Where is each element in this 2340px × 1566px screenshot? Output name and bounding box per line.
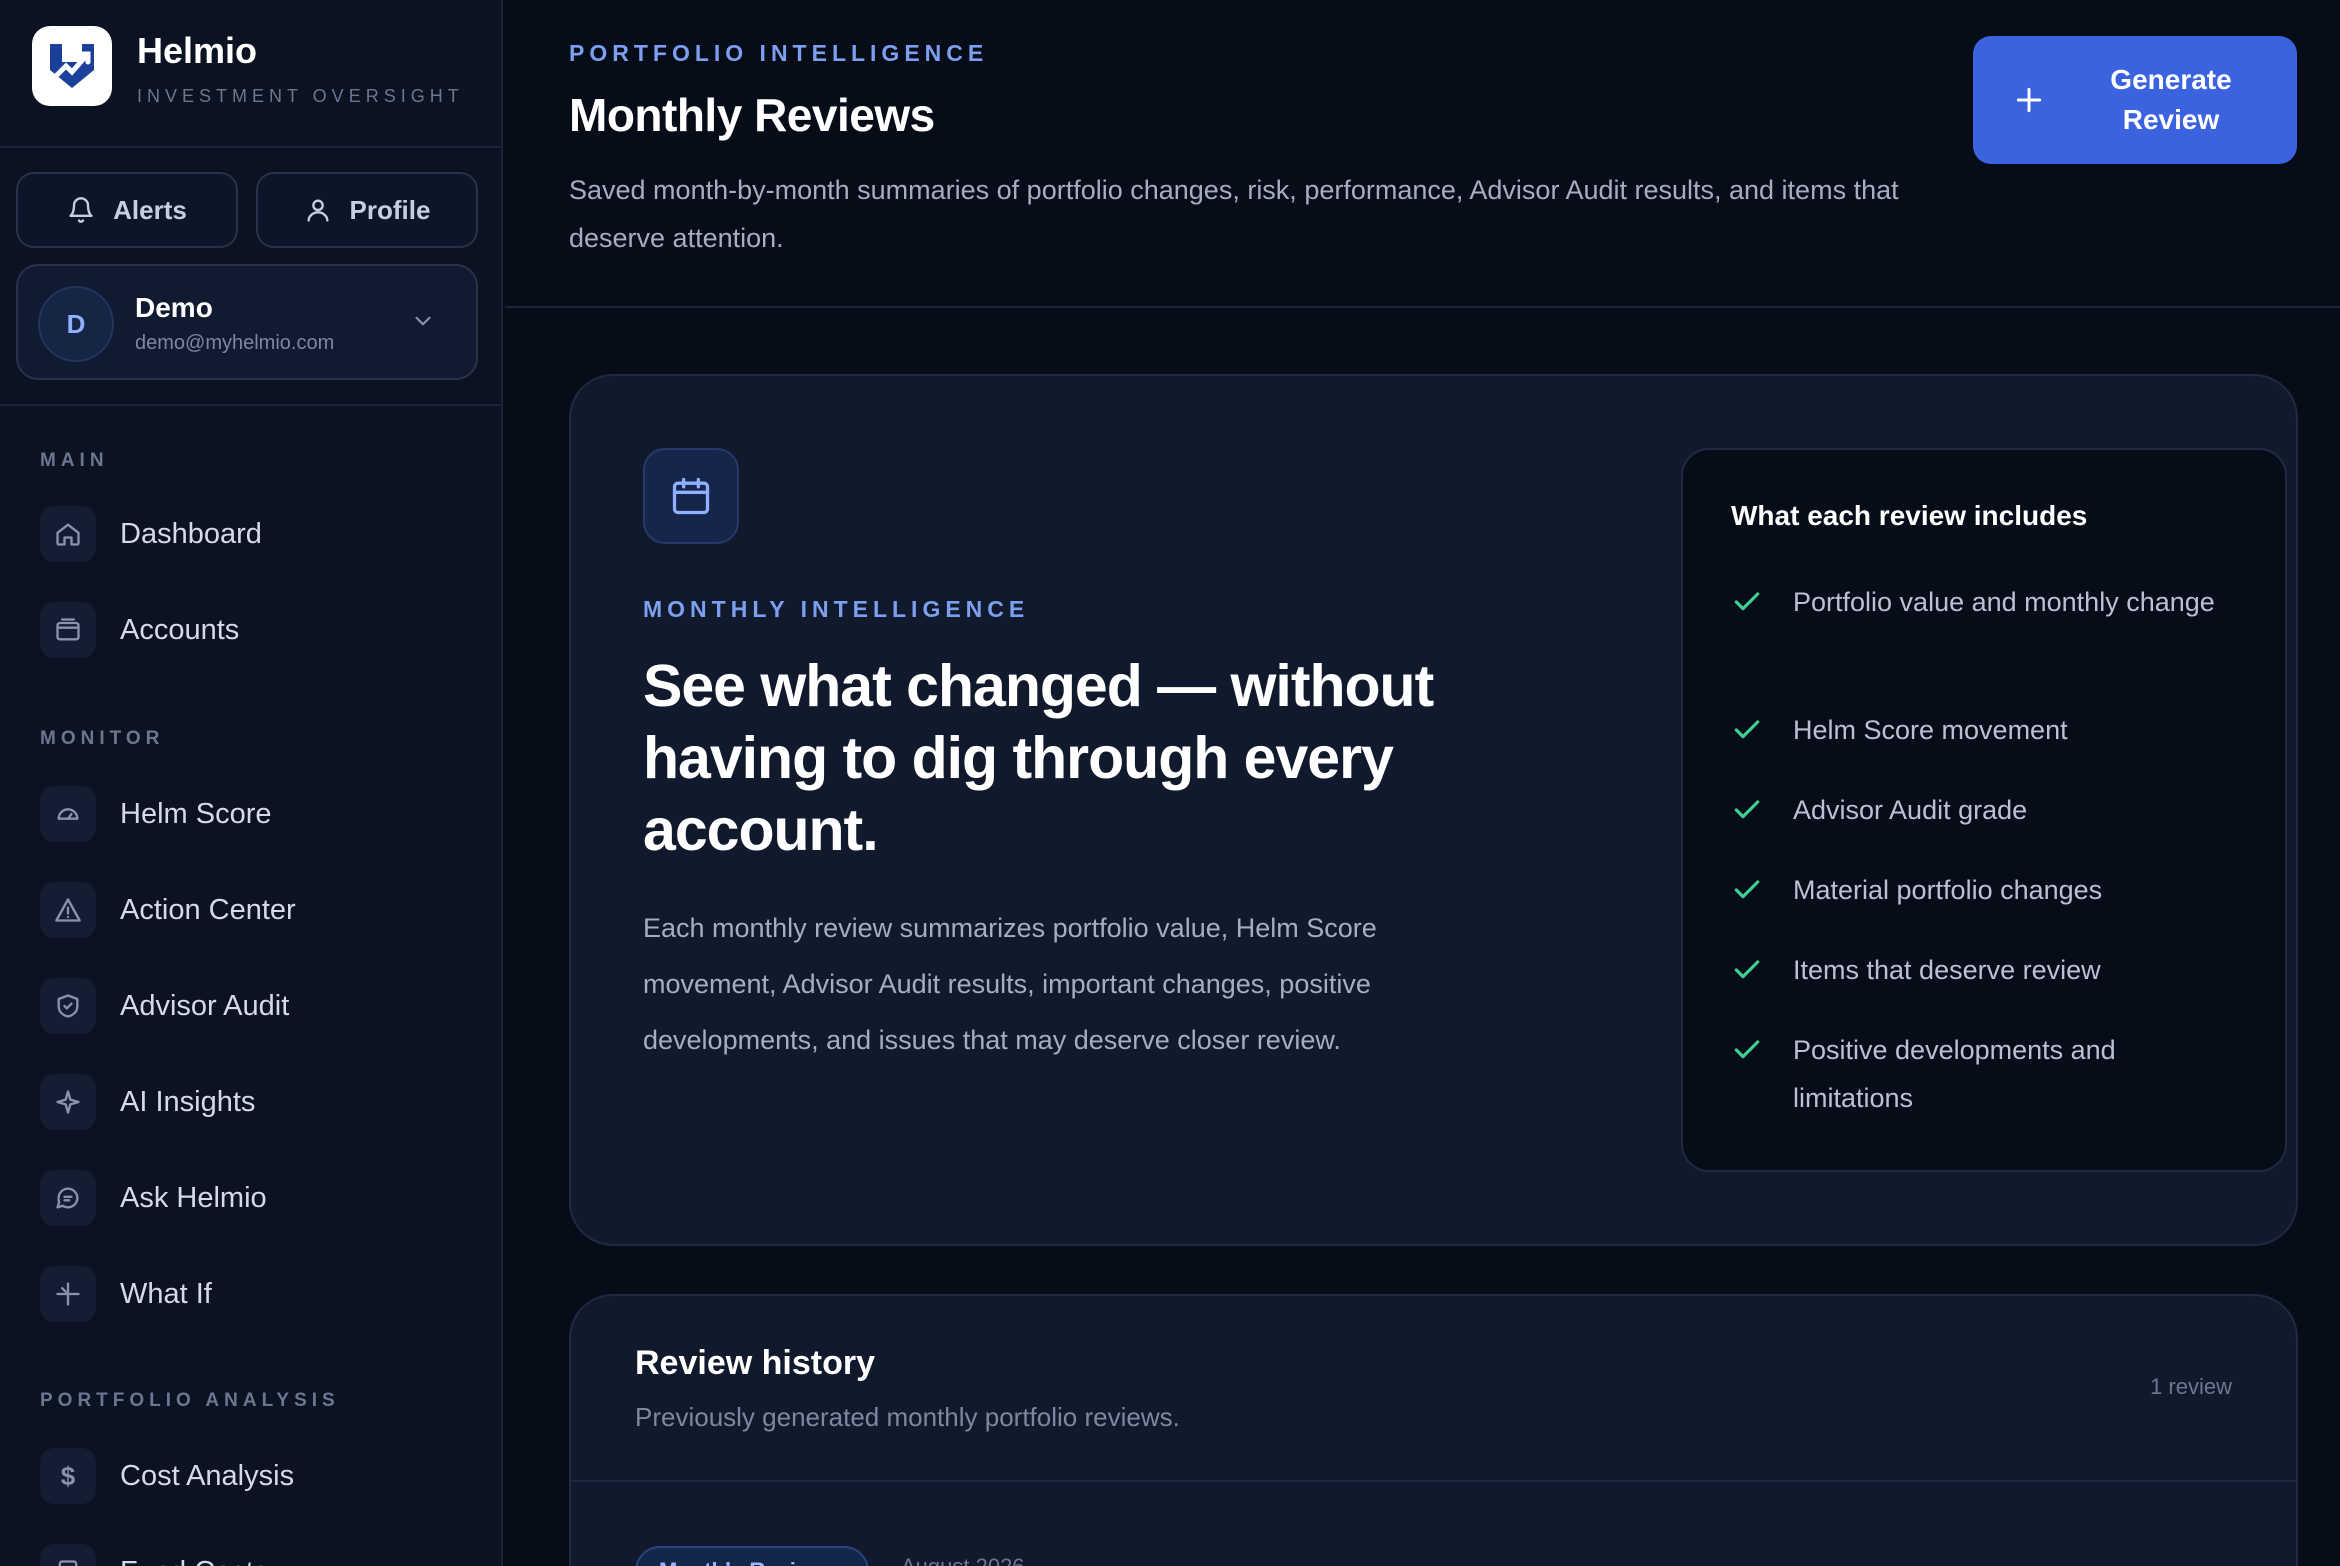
includes-item-label: Material portfolio changes [1793, 875, 2103, 905]
sidebar-item-advisor-audit[interactable]: Advisor Audit [40, 978, 480, 1040]
includes-title: What each review includes [1731, 500, 2088, 531]
sidebar-item-ai-insights[interactable]: AI Insights [40, 1074, 480, 1136]
sidebar-item-dashboard[interactable]: Dashboard [40, 506, 480, 568]
sidebar-item-label: Accounts [120, 614, 240, 646]
generate-review-label: Generate Review [2110, 64, 2232, 135]
intro-title: See what changed — without having to dig… [643, 653, 1434, 863]
intro-description: Each monthly review summarizes portfolio… [643, 913, 1377, 1055]
intro-eyebrow: MONTHLY INTELLIGENCE [643, 596, 1030, 622]
includes-item-label: Portfolio value and monthly change [1793, 587, 2215, 617]
wallet-icon [40, 602, 96, 658]
check-icon [1734, 720, 1760, 739]
home-icon [40, 506, 96, 562]
page-title: Monthly Reviews [569, 89, 935, 141]
check-icon [1734, 1040, 1760, 1059]
sidebar-divider [0, 146, 501, 148]
sidebar-item-helm-score[interactable]: Helm Score [40, 786, 480, 848]
sidebar-item-label: Ask Helmio [120, 1182, 267, 1214]
sidebar-item-accounts[interactable]: Accounts [40, 602, 480, 664]
chat-icon [40, 1170, 96, 1226]
avatar: D [38, 286, 114, 362]
brand-subtitle: INVESTMENT OVERSIGHT [137, 86, 464, 106]
sparkle-icon [40, 1074, 96, 1130]
sidebar-item-label: What If [120, 1278, 212, 1310]
history-subtitle: Previously generated monthly portfolio r… [635, 1402, 1180, 1432]
sidebar-item-ask-helmio[interactable]: Ask Helmio [40, 1170, 480, 1232]
section-label-portfolio: PORTFOLIO ANALYSIS [40, 1390, 340, 1411]
review-date: August 2026 [901, 1554, 1025, 1566]
history-count: 1 review [2150, 1374, 2232, 1399]
profile-label: Profile [349, 194, 431, 225]
check-icon [1734, 592, 1760, 611]
header-divider [505, 306, 2340, 308]
sidebar-item-cost-analysis[interactable]: $ Cost Analysis [40, 1448, 480, 1510]
sidebar-item-label: AI Insights [120, 1086, 256, 1118]
review-history-card: Review history Previously generated mont… [569, 1294, 2298, 1566]
document-icon [40, 1544, 96, 1566]
profile-button[interactable]: Profile [256, 172, 478, 248]
sidebar-item-label: Action Center [120, 894, 296, 926]
check-icon [1734, 800, 1760, 819]
sidebar-item-what-if[interactable]: What If [40, 1266, 480, 1328]
intro-card: MONTHLY INTELLIGENCE See what changed — … [569, 374, 2298, 1246]
brand[interactable]: Helmio INVESTMENT OVERSIGHT [32, 26, 472, 108]
sidebar-item-label: Fund Costs [120, 1556, 268, 1566]
includes-item-label: Advisor Audit grade [1793, 795, 2028, 825]
section-label-main: MAIN [40, 450, 109, 471]
calendar-icon [643, 448, 739, 544]
user-email: demo@myhelmio.com [135, 332, 335, 354]
history-divider [571, 1480, 2296, 1482]
sidebar-item-action-center[interactable]: Action Center [40, 882, 480, 944]
sidebar-item-label: Cost Analysis [120, 1460, 295, 1492]
sidebar-divider [0, 404, 501, 406]
history-title: Review history [635, 1344, 875, 1382]
account-switcher[interactable]: D Demo demo@myhelmio.com [16, 264, 478, 380]
bell-icon [69, 197, 93, 223]
sidebar-item-label: Helm Score [120, 798, 272, 830]
alerts-label: Alerts [113, 194, 187, 225]
page-description: Saved month-by-month summaries of portfo… [569, 175, 1899, 253]
dollar-icon: $ [40, 1448, 96, 1504]
sidebar: Helmio INVESTMENT OVERSIGHT Alerts Profi… [0, 0, 503, 1566]
sidebar-item-fund-costs[interactable]: Fund Costs [40, 1544, 480, 1566]
generate-review-button[interactable]: Generate Review [1973, 36, 2297, 164]
gauge-icon [40, 786, 96, 842]
alerts-button[interactable]: Alerts [16, 172, 238, 248]
brand-name: Helmio [137, 30, 258, 71]
includes-item-label: Helm Score movement [1793, 715, 2068, 745]
sidebar-item-label: Dashboard [120, 518, 262, 550]
includes-item-label: Items that deserve review [1793, 955, 2101, 985]
shield-icon [40, 978, 96, 1034]
app-root: Helmio INVESTMENT OVERSIGHT Alerts Profi… [0, 0, 2340, 1566]
includes-panel: What each review includes Portfolio valu… [1681, 448, 2287, 1172]
crosshair-icon [40, 1266, 96, 1322]
helmio-logo-icon [32, 26, 112, 106]
page-eyebrow: PORTFOLIO INTELLIGENCE [569, 40, 989, 66]
chevron-down-icon [415, 316, 431, 326]
section-label-monitor: MONITOR [40, 728, 165, 749]
check-icon [1734, 960, 1760, 979]
user-name: Demo [135, 292, 213, 323]
warning-icon [40, 882, 96, 938]
review-type-badge: Monthly Review [635, 1546, 869, 1566]
check-icon [1734, 880, 1760, 899]
user-icon [307, 199, 329, 222]
includes-item-label: Positive developments and limitations [1793, 1035, 2116, 1113]
plus-icon [2016, 87, 2042, 113]
main-content: PORTFOLIO INTELLIGENCE Monthly Reviews S… [505, 0, 2340, 1566]
sidebar-item-label: Advisor Audit [120, 990, 290, 1022]
